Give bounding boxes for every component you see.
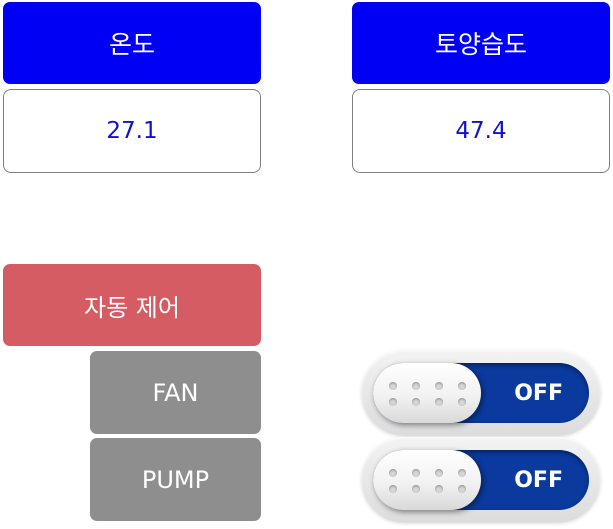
auto-control-label: 자동 제어: [84, 293, 180, 322]
pump-button[interactable]: PUMP: [90, 438, 261, 521]
soil-moisture-header: 토양습도: [352, 2, 610, 84]
soil-moisture-label: 토양습도: [434, 30, 527, 59]
fan-button[interactable]: FAN: [90, 351, 261, 434]
soil-moisture-value-box: 47.4: [352, 89, 610, 173]
grip-dots-icon: [389, 382, 469, 408]
fan-toggle-switch[interactable]: OFF: [361, 350, 601, 436]
pump-label: PUMP: [141, 465, 210, 494]
fan-toggle-knob[interactable]: [373, 363, 481, 423]
temperature-value-box: 27.1: [3, 89, 261, 173]
temperature-value: 27.1: [106, 118, 158, 144]
pump-toggle-knob[interactable]: [373, 450, 481, 510]
temperature-label: 온도: [108, 30, 155, 59]
pump-toggle-track: OFF: [373, 450, 589, 510]
fan-toggle-track: OFF: [373, 363, 589, 423]
pump-toggle-state: OFF: [514, 467, 563, 493]
pump-toggle-switch[interactable]: OFF: [361, 437, 601, 523]
temperature-header: 온도: [3, 2, 261, 84]
soil-moisture-value: 47.4: [455, 118, 507, 144]
fan-label: FAN: [152, 378, 199, 407]
auto-control-button[interactable]: 자동 제어: [3, 264, 261, 346]
fan-toggle-state: OFF: [514, 380, 563, 406]
grip-dots-icon: [389, 469, 469, 495]
